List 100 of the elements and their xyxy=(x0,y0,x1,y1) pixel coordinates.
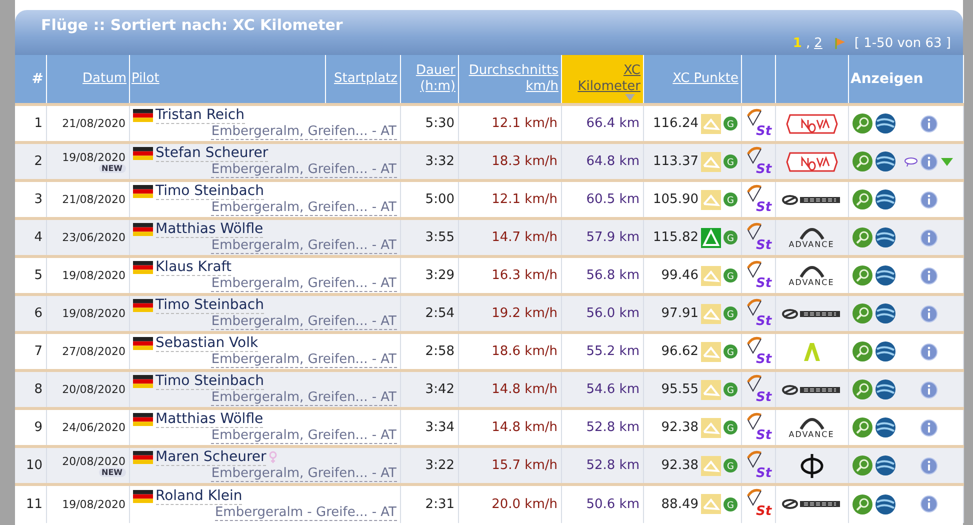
triangle-route-icon[interactable] xyxy=(700,228,720,248)
duration-cell: 2:31 xyxy=(400,484,458,522)
points-text: 113.37 xyxy=(653,154,698,169)
column-sort-link[interactable]: Datum xyxy=(82,71,126,87)
column-sort-link[interactable]: Durchschnitts km/h xyxy=(460,63,558,95)
name-link[interactable]: Tristan Reich xyxy=(156,107,244,124)
globe-icon[interactable] xyxy=(874,113,896,134)
g-badge-icon[interactable]: G xyxy=(722,192,738,207)
g-badge-icon[interactable]: G xyxy=(722,230,738,245)
brand-logo xyxy=(782,308,842,320)
map-view-icon[interactable] xyxy=(852,417,872,438)
column-sort-link[interactable]: Dauer (h:m) xyxy=(402,63,456,95)
name-link[interactable]: Klaus Kraft xyxy=(156,259,232,276)
date-text: 24/06/2020 xyxy=(62,421,126,434)
globe-icon[interactable] xyxy=(874,379,896,400)
globe-icon[interactable] xyxy=(874,455,896,476)
brand-logo: ADVANCE xyxy=(788,226,834,249)
flag-icon xyxy=(132,223,152,236)
column-sort-link[interactable]: Startplatz xyxy=(334,71,398,87)
g-badge-icon[interactable]: G xyxy=(722,420,738,435)
info-icon[interactable] xyxy=(920,266,938,284)
info-icon[interactable] xyxy=(920,152,938,170)
takeoff-link[interactable]: Embergeralm, Greifen... - AT xyxy=(211,162,396,178)
info-icon[interactable] xyxy=(920,495,938,514)
column-sort-link[interactable]: XC Kilometer xyxy=(564,63,640,95)
g-badge-icon[interactable]: G xyxy=(722,382,738,397)
takeoff-link[interactable]: Embergeralm, Greifen... - AT xyxy=(211,200,396,216)
takeoff-link[interactable]: Embergeralm, Greifen... - AT xyxy=(211,238,396,254)
g-badge-icon[interactable]: G xyxy=(722,154,738,169)
map-view-icon[interactable] xyxy=(852,113,872,134)
flag-icon xyxy=(132,299,152,312)
flag-icon xyxy=(132,451,152,464)
map-view-icon[interactable] xyxy=(852,303,872,324)
takeoff-link[interactable]: Embergeralm, Greifen... - AT xyxy=(211,124,396,140)
takeoff-link[interactable]: Embergeralm, Greifen... - AT xyxy=(211,314,396,330)
name-link[interactable]: Timo Steinbach xyxy=(156,373,264,390)
map-view-icon[interactable] xyxy=(852,379,872,400)
takeoff-link[interactable]: Embergeralm, Greifen... - AT xyxy=(211,352,396,368)
globe-icon[interactable] xyxy=(874,265,896,286)
takeoff-link[interactable]: Embergeralm, Greifen... - AT xyxy=(211,466,396,482)
info-icon[interactable] xyxy=(920,380,938,398)
g-badge-icon[interactable]: G xyxy=(722,458,738,473)
brand-logo xyxy=(782,194,842,206)
info-icon[interactable] xyxy=(920,114,938,132)
info-icon[interactable] xyxy=(920,418,938,436)
name-link[interactable]: Maren Scheurer xyxy=(156,449,266,466)
takeoff-link[interactable]: Embergeralm - Greife... - AT xyxy=(214,504,396,521)
map-view-icon[interactable] xyxy=(852,151,872,172)
name-link[interactable]: Timo Steinbach xyxy=(156,297,264,314)
info-icon[interactable] xyxy=(920,190,938,208)
map-view-icon[interactable] xyxy=(852,189,872,210)
globe-icon[interactable] xyxy=(874,341,896,362)
info-icon[interactable] xyxy=(920,304,938,322)
points-text: 116.24 xyxy=(653,116,698,131)
new-badge: NEW xyxy=(98,164,126,172)
page-range: [ 1-50 von 63 ] xyxy=(854,36,951,51)
name-link[interactable]: Stefan Scheurer xyxy=(156,145,268,162)
panel-title: Flüge :: Sortiert nach: XC Kilometer xyxy=(41,15,344,34)
info-icon[interactable] xyxy=(920,228,938,246)
takeoff-link[interactable]: Embergeralm, Greifen... - AT xyxy=(211,428,396,444)
takeoff-link[interactable]: Embergeralm, Greifen... - AT xyxy=(211,390,396,406)
name-link[interactable]: Roland Klein xyxy=(156,488,242,505)
g-badge-icon[interactable]: G xyxy=(722,496,738,512)
takeoff-link[interactable]: Embergeralm, Greifen... - AT xyxy=(211,276,396,292)
name-link[interactable]: Timo Steinbach xyxy=(156,183,264,200)
globe-icon[interactable] xyxy=(874,494,896,515)
date-text: 19/08/2020 xyxy=(62,307,126,320)
name-link[interactable]: Sebastian Volk xyxy=(156,335,258,352)
g-badge-icon[interactable]: G xyxy=(722,344,738,359)
date-text: 20/08/2020 xyxy=(62,454,126,468)
column-header: Anzeigen xyxy=(848,55,963,104)
brand-logo xyxy=(786,112,838,134)
points-text: 99.46 xyxy=(661,268,698,283)
page-link[interactable]: 2 xyxy=(814,36,822,51)
column-sort-link[interactable]: XC Punkte xyxy=(672,71,738,87)
map-view-icon[interactable] xyxy=(852,227,872,248)
flag-icon xyxy=(132,185,152,198)
name-link[interactable]: Matthias Wölfle xyxy=(156,221,264,238)
globe-icon[interactable] xyxy=(874,417,896,438)
info-icon[interactable] xyxy=(920,456,938,474)
expand-icon[interactable] xyxy=(940,156,954,166)
brand-logo xyxy=(800,452,824,478)
globe-icon[interactable] xyxy=(874,189,896,210)
brand-logo xyxy=(782,498,842,510)
map-view-icon[interactable] xyxy=(852,341,872,362)
map-view-icon[interactable] xyxy=(852,265,872,286)
column-sort-link[interactable]: Pilot xyxy=(132,71,160,87)
globe-icon[interactable] xyxy=(874,303,896,324)
map-view-icon[interactable] xyxy=(852,455,872,476)
globe-icon[interactable] xyxy=(874,227,896,248)
info-icon[interactable] xyxy=(920,342,938,360)
date-text: 19/08/2020 xyxy=(62,269,126,282)
name-link[interactable]: Matthias Wölfle xyxy=(156,411,264,428)
g-badge-icon[interactable]: G xyxy=(722,116,738,131)
comment-icon[interactable] xyxy=(904,156,918,166)
g-badge-icon[interactable]: G xyxy=(722,306,738,321)
globe-icon[interactable] xyxy=(874,151,896,172)
date-text: 19/08/2020 xyxy=(62,498,126,511)
g-badge-icon[interactable]: G xyxy=(722,268,738,283)
map-view-icon[interactable] xyxy=(852,494,872,515)
